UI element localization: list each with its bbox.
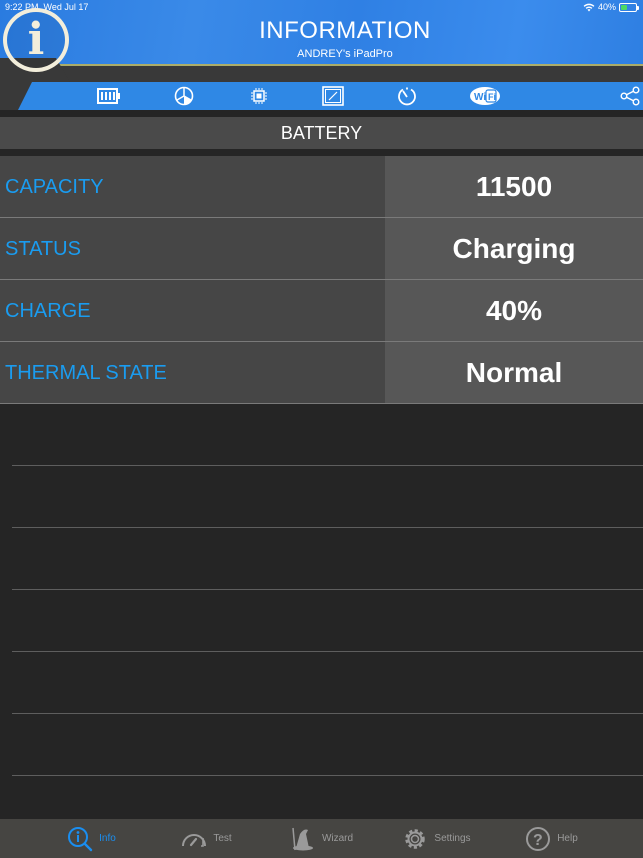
row-label: CHARGE xyxy=(0,280,385,341)
tab-bar: Info Test Wizard Settings ? Help xyxy=(0,819,643,858)
table-row-thermal-state: THERMAL STATE Normal xyxy=(0,342,643,404)
device-name: ANDREY's iPadPro xyxy=(297,48,393,60)
divider xyxy=(12,714,643,776)
cpu-chip-icon[interactable] xyxy=(247,86,271,106)
timer-icon[interactable] xyxy=(395,86,419,106)
tab-label: Info xyxy=(99,833,116,844)
table-row-capacity: CAPACITY 11500 xyxy=(0,156,643,218)
share-icon[interactable] xyxy=(618,86,642,106)
divider xyxy=(12,528,643,590)
tab-info[interactable]: Info xyxy=(34,819,149,858)
wizard-hat-icon xyxy=(292,827,313,850)
app-window: 9:22 PM Wed Jul 17 40% i INFORMATION AND… xyxy=(0,0,643,858)
page-title: INFORMATION xyxy=(259,17,431,44)
wifi-icon[interactable]: Wi Fi xyxy=(468,86,502,106)
divider xyxy=(12,404,643,466)
battery-percent: 40% xyxy=(597,2,616,12)
table-row-status: STATUS Charging xyxy=(0,218,643,280)
svg-text:Wi: Wi xyxy=(474,92,486,103)
category-toolbar: Wi Fi xyxy=(0,82,643,110)
tab-settings[interactable]: Settings xyxy=(379,819,494,858)
display-icon[interactable] xyxy=(321,86,345,106)
tab-label: Wizard xyxy=(321,833,354,844)
battery-status-icon xyxy=(619,2,639,12)
table-row-charge: CHARGE 40% xyxy=(0,280,643,342)
row-label: CAPACITY xyxy=(0,156,385,217)
wifi-signal-icon xyxy=(583,3,595,11)
row-value: 11500 xyxy=(385,156,643,217)
svg-text:Fi: Fi xyxy=(488,92,496,102)
status-bar-right: 40% xyxy=(583,2,639,12)
tab-test[interactable]: Test xyxy=(149,819,264,858)
divider xyxy=(12,590,643,652)
row-value: Normal xyxy=(385,342,643,403)
tab-label: Help xyxy=(557,833,578,844)
storage-pie-icon[interactable] xyxy=(172,86,196,106)
gear-icon xyxy=(405,828,426,849)
tab-help[interactable]: ? Help xyxy=(494,819,609,858)
info-search-icon xyxy=(68,826,93,851)
section-title: BATTERY xyxy=(0,117,643,149)
divider xyxy=(12,652,643,714)
header: 9:22 PM Wed Jul 17 40% i INFORMATION AND… xyxy=(0,0,643,82)
speedometer-icon xyxy=(182,833,207,847)
tab-label: Test xyxy=(213,833,232,844)
row-label: THERMAL STATE xyxy=(0,342,385,403)
help-icon: ? xyxy=(526,826,551,851)
divider xyxy=(12,466,643,528)
battery-info-table: CAPACITY 11500 STATUS Charging CHARGE 40… xyxy=(0,156,643,404)
battery-icon[interactable] xyxy=(97,86,121,106)
empty-table-area xyxy=(0,404,643,776)
row-label: STATUS xyxy=(0,218,385,279)
row-value: Charging xyxy=(385,218,643,279)
svg-text:?: ? xyxy=(533,832,543,849)
tab-label: Settings xyxy=(434,833,471,844)
row-value: 40% xyxy=(385,280,643,341)
tab-wizard[interactable]: Wizard xyxy=(264,819,379,858)
